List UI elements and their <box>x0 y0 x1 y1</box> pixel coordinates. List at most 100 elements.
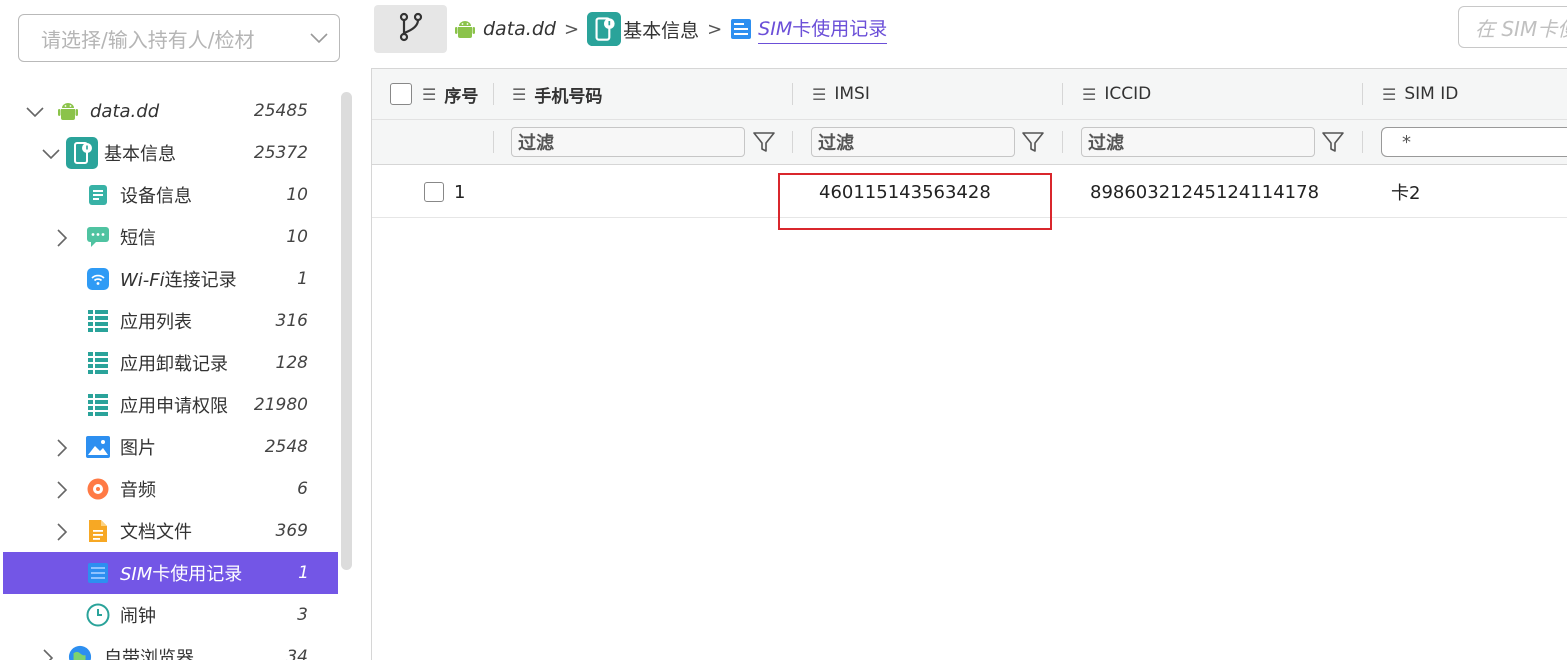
wifi-icon <box>86 267 110 291</box>
tree-item-label: Wi-Fi连接记录 <box>120 266 237 292</box>
owner-select[interactable]: 请选择/输入持有人/检材 <box>18 14 340 62</box>
sidebar-scrollbar[interactable] <box>341 92 352 570</box>
column-separator[interactable] <box>493 83 494 105</box>
filter-input-iccid[interactable]: 过滤 <box>1081 127 1315 157</box>
data-grid: ☰ 序号 ☰ 手机号码 ☰ IMSI ☰ ICCID ☰ SIM ID 过滤 过… <box>371 68 1567 660</box>
chevron-down-icon[interactable] <box>42 145 60 161</box>
filter-input-phone[interactable]: 过滤 <box>511 127 745 157</box>
chevron-right-icon[interactable] <box>56 523 72 541</box>
column-separator[interactable] <box>1062 83 1063 105</box>
tree-item-basic-info[interactable]: 基本信息 25372 <box>0 132 340 174</box>
filter-select-sim-id[interactable]: * <box>1381 127 1567 157</box>
chevron-right-icon[interactable] <box>56 439 72 457</box>
tree-item-wifi-records[interactable]: Wi-Fi连接记录 1 <box>0 258 340 300</box>
breadcrumb-item-root[interactable]: data.dd > <box>455 18 587 40</box>
tree-item-images[interactable]: 图片 2548 <box>0 426 340 468</box>
row-checkbox[interactable] <box>424 182 444 202</box>
tree-item-label: 闹钟 <box>120 606 156 627</box>
column-separator <box>1362 131 1363 153</box>
tree-item-label: 基本信息 <box>104 144 176 165</box>
android-icon <box>455 18 475 40</box>
breadcrumb: data.dd > 基本信息 > SIM卡使用记录 <box>455 12 888 46</box>
tree-item-label-suffix: 卡使用记录 <box>152 564 243 585</box>
column-header-phone[interactable]: ☰ 手机号码 <box>512 69 602 119</box>
column-header-sim-id[interactable]: ☰ SIM ID <box>1382 69 1458 119</box>
tree-item-app-list[interactable]: 应用列表 316 <box>0 300 340 342</box>
tree-item-count: 2548 <box>264 437 308 457</box>
sim-card-icon <box>730 18 752 40</box>
column-menu-icon[interactable]: ☰ <box>812 85 826 104</box>
chevron-right-icon: > <box>563 18 580 40</box>
android-icon <box>56 99 80 123</box>
chevron-right-icon[interactable] <box>56 229 72 247</box>
column-header-label: IMSI <box>834 84 870 104</box>
tree-item-documents[interactable]: 文档文件 369 <box>0 510 340 552</box>
tree-item-audio[interactable]: 音频 6 <box>0 468 340 510</box>
tree-item-count: 10 <box>286 227 308 247</box>
tree-item-label: 设备信息 <box>120 186 192 207</box>
filter-placeholder: 过滤 <box>518 133 554 154</box>
chevron-right-icon[interactable] <box>56 481 72 499</box>
column-separator[interactable] <box>792 83 793 105</box>
filter-icon[interactable] <box>1021 130 1045 154</box>
tree-item-sim-records[interactable]: SIM卡使用记录 1 <box>3 552 338 594</box>
tree-item-label: SIM卡使用记录 <box>120 560 242 586</box>
breadcrumb-item-basic-info[interactable]: 基本信息 > <box>587 12 730 46</box>
list-icon <box>86 393 110 417</box>
filter-icon[interactable] <box>1321 130 1345 154</box>
tree-item-count: 34 <box>286 647 308 660</box>
tree-item-count: 3 <box>297 605 308 625</box>
breadcrumb-label-suffix: 卡使用记录 <box>792 18 888 40</box>
tree-item-app-uninstall[interactable]: 应用卸载记录 128 <box>0 342 340 384</box>
column-header-imsi[interactable]: ☰ IMSI <box>812 69 870 119</box>
column-menu-icon[interactable]: ☰ <box>1382 85 1396 104</box>
column-header-label: 手机号码 <box>534 86 603 107</box>
list-icon <box>86 309 110 333</box>
filter-select-value: * <box>1402 131 1411 153</box>
sim-card-icon <box>86 561 110 585</box>
search-placeholder: 在 SIM卡使用记录中搜索 <box>1475 16 1567 41</box>
tree-item-label: 短信 <box>120 228 156 249</box>
column-separator <box>493 131 494 153</box>
tree-item-label: 音频 <box>120 480 156 501</box>
filter-icon[interactable] <box>752 130 776 154</box>
breadcrumb-label-prefix: SIM <box>758 18 793 40</box>
tree-item-sms[interactable]: 短信 10 <box>0 216 340 258</box>
breadcrumb-item-current[interactable]: SIM卡使用记录 <box>730 14 888 44</box>
tree-item-count: 316 <box>275 311 308 331</box>
chevron-down-icon[interactable] <box>299 28 339 49</box>
column-header-label: ICCID <box>1104 84 1152 104</box>
tree-item-device-info[interactable]: 设备信息 10 <box>0 174 340 216</box>
audio-icon <box>86 477 110 501</box>
column-menu-icon[interactable]: ☰ <box>422 85 436 104</box>
chevron-right-icon[interactable] <box>42 649 58 660</box>
breadcrumb-label: 基本信息 <box>623 19 700 42</box>
filter-input-imsi[interactable]: 过滤 <box>811 127 1015 157</box>
column-menu-icon[interactable]: ☰ <box>1082 85 1096 104</box>
tree-item-alarm[interactable]: 闹钟 3 <box>0 594 340 636</box>
column-header-iccid[interactable]: ☰ ICCID <box>1082 69 1151 119</box>
column-header-label: SIM ID <box>1404 84 1459 104</box>
tree-item-app-permissions[interactable]: 应用申请权限 21980 <box>0 384 340 426</box>
tree-item-count: 25485 <box>253 101 308 121</box>
tree-item-label: 自带浏览器 <box>104 648 194 660</box>
branch-toggle-button[interactable] <box>374 5 447 53</box>
column-separator[interactable] <box>1362 83 1363 105</box>
tree-item-count: 25372 <box>253 143 308 163</box>
chevron-down-icon[interactable] <box>26 103 44 119</box>
browser-globe-icon <box>68 645 92 660</box>
tree-item-label: 应用卸载记录 <box>120 354 228 375</box>
tree-item-label: 应用列表 <box>120 312 192 333</box>
column-menu-icon[interactable]: ☰ <box>512 85 526 104</box>
tree-item-count: 1 <box>298 563 309 583</box>
tree-item-count: 369 <box>275 521 308 541</box>
search-input[interactable]: 在 SIM卡使用记录中搜索 <box>1458 6 1567 48</box>
branch-icon <box>398 12 424 46</box>
tree-item-data-dd[interactable]: data.dd 25485 <box>0 90 340 132</box>
column-header-index[interactable]: ☰ 序号 <box>390 69 478 119</box>
tree-item-browser[interactable]: 自带浏览器 34 <box>0 636 340 660</box>
tree-item-label: data.dd <box>90 100 160 122</box>
owner-select-placeholder: 请选择/输入持有人/检材 <box>41 27 255 52</box>
image-icon <box>86 435 110 459</box>
select-all-checkbox[interactable] <box>390 83 412 105</box>
